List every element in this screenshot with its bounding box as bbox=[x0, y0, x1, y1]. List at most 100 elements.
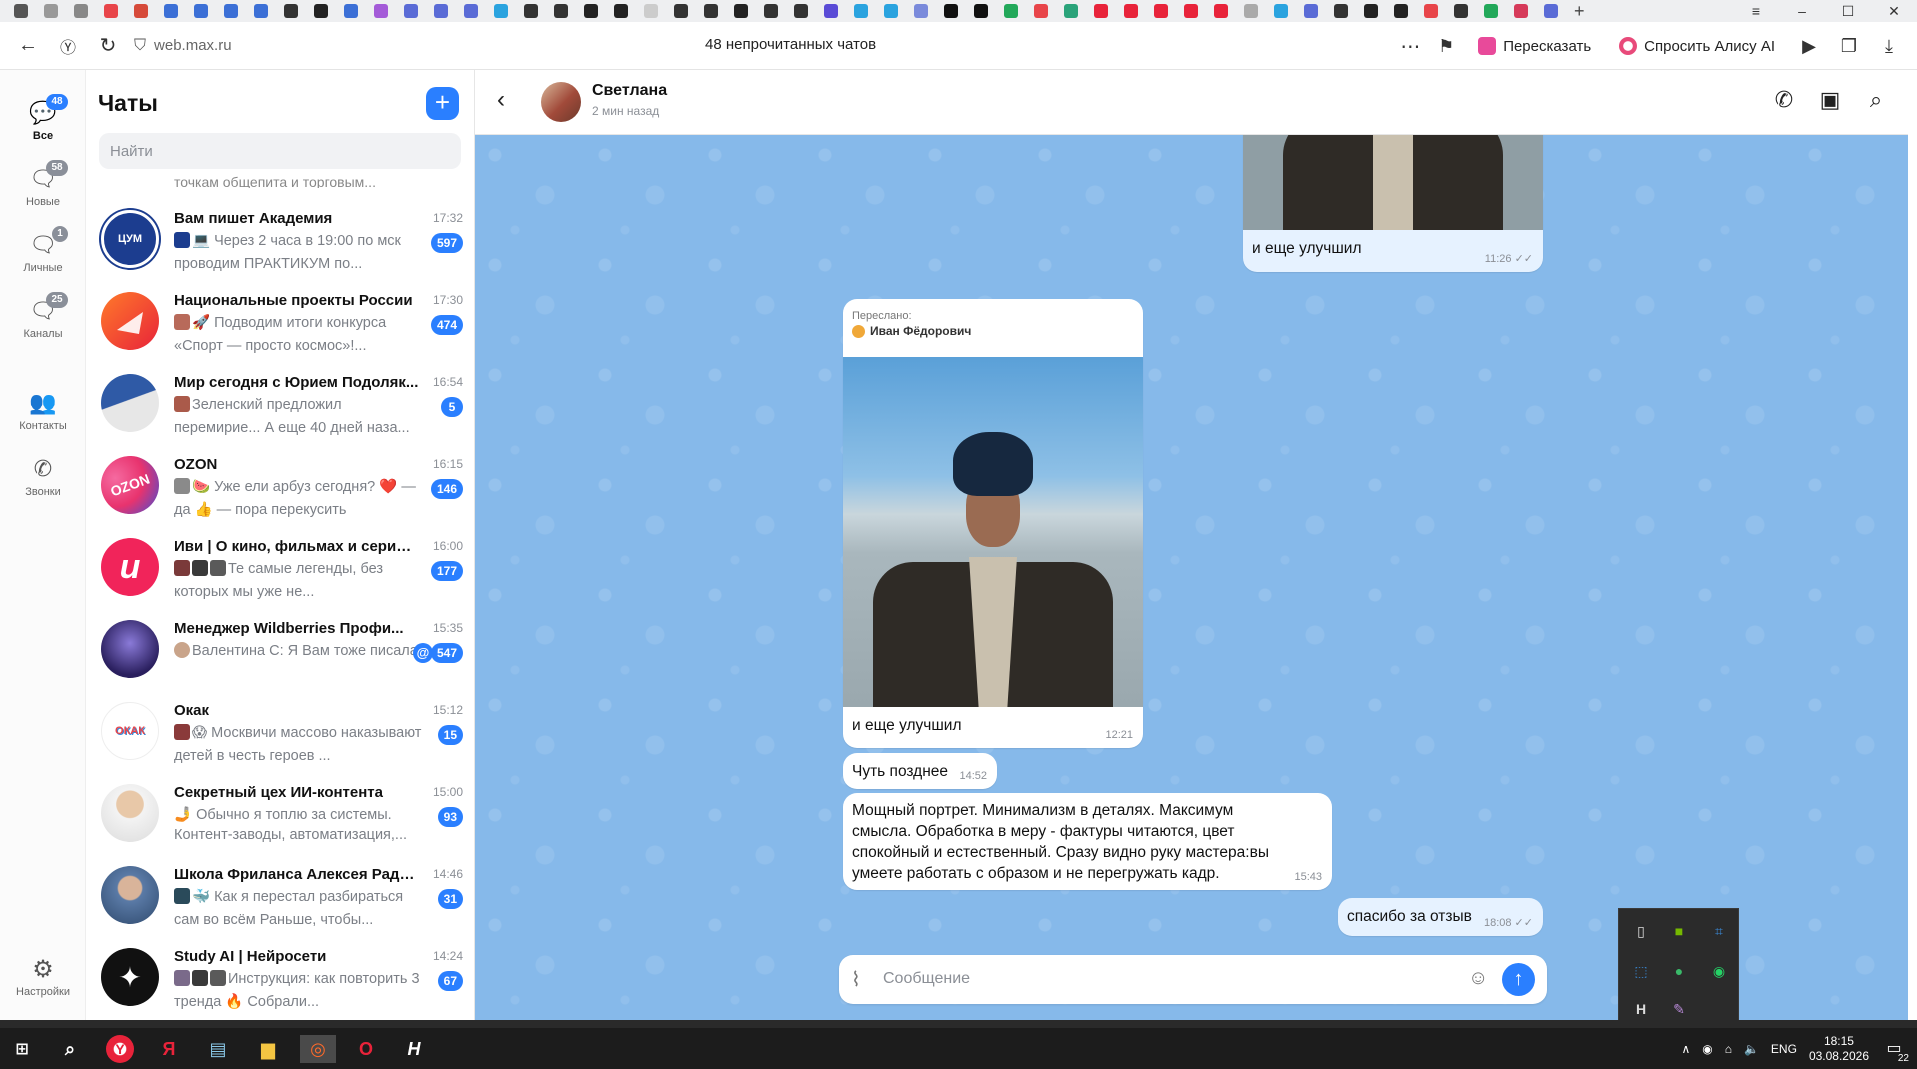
rail-item-calls[interactable]: ✆ Звонки bbox=[0, 456, 86, 498]
reload-icon[interactable]: ↻ bbox=[88, 26, 128, 66]
search-input[interactable] bbox=[99, 133, 461, 169]
tab-icon[interactable] bbox=[220, 2, 242, 20]
tab-icon[interactable] bbox=[1120, 2, 1142, 20]
media-icon[interactable]: ▶ bbox=[1793, 26, 1825, 66]
settings-button[interactable]: ⚙ Настройки bbox=[0, 955, 86, 998]
h-app-icon[interactable]: H bbox=[400, 1035, 428, 1063]
send-button[interactable]: ↑ bbox=[1502, 963, 1535, 996]
message-input[interactable] bbox=[883, 963, 1443, 995]
tab-icon[interactable] bbox=[160, 2, 182, 20]
tab-icon[interactable] bbox=[370, 2, 392, 20]
clock[interactable]: 18:15 03.08.2026 bbox=[1809, 1034, 1869, 1064]
phone-call-icon[interactable]: ✆ bbox=[1772, 87, 1796, 112]
tab-icon[interactable] bbox=[580, 2, 602, 20]
tab-icon[interactable] bbox=[310, 2, 332, 20]
tab-icon[interactable] bbox=[130, 2, 152, 20]
tab-icon[interactable] bbox=[1180, 2, 1202, 20]
orange-app-icon[interactable]: ◎ bbox=[300, 1035, 336, 1063]
tab-icon[interactable] bbox=[1150, 2, 1172, 20]
tab-icon[interactable] bbox=[1270, 2, 1292, 20]
tab-icon[interactable] bbox=[610, 2, 632, 20]
search-icon[interactable]: ⌕ bbox=[56, 1035, 84, 1063]
file-explorer-icon[interactable]: ▆ bbox=[254, 1035, 282, 1063]
back-icon[interactable]: ← bbox=[8, 26, 48, 66]
tab-icon[interactable] bbox=[670, 2, 692, 20]
chat-row[interactable]: OZON OZON 16:15 🍉 Уже ели арбуз сегодня?… bbox=[86, 446, 474, 528]
sticker-icon[interactable]: ☺ bbox=[1468, 967, 1488, 990]
tab-icon[interactable] bbox=[490, 2, 512, 20]
tab-icon[interactable] bbox=[1330, 2, 1352, 20]
forwarded-from[interactable]: Иван Фёдорович bbox=[852, 324, 971, 338]
chat-row[interactable]: Секретный цех ИИ-контента 15:00 🤳 Обычно… bbox=[86, 774, 474, 856]
menu-icon[interactable]: ≡ bbox=[1733, 3, 1779, 19]
tab-icon[interactable] bbox=[1240, 2, 1262, 20]
tab-icon[interactable] bbox=[640, 2, 662, 20]
pen-icon[interactable]: ✎ bbox=[1669, 999, 1689, 1019]
yandex-icon[interactable]: Я bbox=[155, 1035, 183, 1063]
maximize-icon[interactable]: ☐ bbox=[1825, 3, 1871, 20]
tab-icon[interactable] bbox=[100, 2, 122, 20]
language-indicator[interactable]: ENG bbox=[1771, 1042, 1797, 1056]
tab-icon[interactable] bbox=[520, 2, 542, 20]
tab-icon[interactable] bbox=[1210, 2, 1232, 20]
tab-icon[interactable] bbox=[550, 2, 572, 20]
close-icon[interactable]: ✕ bbox=[1871, 3, 1917, 20]
new-chat-button[interactable]: + bbox=[426, 87, 459, 120]
message-bubble[interactable]: Чуть позднее 14:52 bbox=[843, 753, 997, 789]
notifications-button[interactable]: ▭ 22 bbox=[1881, 1038, 1909, 1064]
tab-icon[interactable] bbox=[1030, 2, 1052, 20]
rail-item-contacts[interactable]: 👥 Контакты bbox=[0, 390, 86, 432]
tab-icon[interactable] bbox=[880, 2, 902, 20]
download-icon[interactable]: ⤓ bbox=[1873, 26, 1905, 66]
chat-row[interactable]: Мир сегодня с Юрием Подоляк... 16:54 Зел… bbox=[86, 364, 474, 446]
opera-icon[interactable]: O bbox=[352, 1035, 380, 1063]
minimize-icon[interactable]: – bbox=[1779, 3, 1825, 19]
tab-icon[interactable] bbox=[910, 2, 932, 20]
chat-row[interactable]: и Иви | О кино, фильмах и сериал... 16:0… bbox=[86, 528, 474, 610]
contact-name[interactable]: Светлана bbox=[592, 82, 667, 100]
tab-icon[interactable] bbox=[460, 2, 482, 20]
tab-icon[interactable] bbox=[1090, 2, 1112, 20]
search-icon[interactable]: ⌕ bbox=[1864, 87, 1888, 112]
tab-icon[interactable] bbox=[340, 2, 362, 20]
chat-row[interactable]: Национальные проекты России 17:30 🚀 Подв… bbox=[86, 282, 474, 364]
wifi-icon[interactable]: ⌂ bbox=[1725, 1042, 1732, 1056]
yandex-browser-icon[interactable]: Y bbox=[106, 1035, 134, 1063]
chat-row[interactable]: Менеджер Wildberries Профи... 15:35 Вале… bbox=[86, 610, 474, 692]
network-app-icon[interactable]: ◉ bbox=[1702, 1042, 1712, 1056]
rail-item-channels[interactable]: 🗨 25 Каналы bbox=[0, 292, 86, 340]
whatsapp-icon[interactable]: ◉ bbox=[1709, 961, 1729, 981]
tab-icon[interactable] bbox=[850, 2, 872, 20]
chat-row[interactable]: ЦУМ Вам пишет Академия 17:32 💻 Через 2 ч… bbox=[86, 200, 474, 282]
terminal-icon[interactable]: ▤ bbox=[204, 1035, 232, 1063]
windows-start-icon[interactable]: ⊞ bbox=[8, 1035, 36, 1063]
message-bubble[interactable]: спасибо за отзыв 18:08 ✓✓ bbox=[1338, 898, 1543, 936]
tab-icon[interactable] bbox=[1360, 2, 1382, 20]
rail-item-personal[interactable]: 🗨 1 Личные bbox=[0, 226, 86, 274]
h-app-icon[interactable]: H bbox=[1631, 999, 1651, 1019]
message-photo[interactable] bbox=[1243, 135, 1543, 230]
chat-messages-area[interactable]: и еще улучшил 11:26 ✓✓ Переслано: Иван Ф… bbox=[475, 135, 1908, 1020]
tab-icon[interactable] bbox=[760, 2, 782, 20]
tab-icon[interactable] bbox=[730, 2, 752, 20]
back-arrow-icon[interactable]: ‹ bbox=[497, 86, 505, 114]
tab-icon[interactable] bbox=[1000, 2, 1022, 20]
crop-tool-icon[interactable]: ⌗ bbox=[1709, 921, 1729, 941]
tab-icon[interactable] bbox=[1480, 2, 1502, 20]
screenshot-icon[interactable]: ⬚ bbox=[1631, 961, 1651, 981]
nvidia-icon[interactable]: ■ bbox=[1669, 921, 1689, 941]
tab-icon[interactable] bbox=[1420, 2, 1442, 20]
collections-icon[interactable]: ❐ bbox=[1833, 26, 1865, 66]
tab-icon[interactable] bbox=[1510, 2, 1532, 20]
paperclip-icon[interactable]: ⌇ bbox=[851, 967, 861, 992]
new-tab-button[interactable]: + bbox=[1574, 1, 1585, 22]
tab-icon[interactable] bbox=[40, 2, 62, 20]
retell-button[interactable]: Пересказать bbox=[1468, 29, 1601, 63]
video-call-icon[interactable]: ▣ bbox=[1818, 87, 1842, 112]
usb-icon[interactable]: ▯ bbox=[1631, 921, 1651, 941]
bookmark-icon[interactable]: ⚑ bbox=[1432, 26, 1460, 66]
rail-item-new[interactable]: 🗨 58 Новые bbox=[0, 160, 86, 208]
tab-icon[interactable] bbox=[70, 2, 92, 20]
tab-icon[interactable] bbox=[280, 2, 302, 20]
chat-row[interactable]: Школа Фриланса Алексея Радо... 14:46 🐳 К… bbox=[86, 856, 474, 938]
